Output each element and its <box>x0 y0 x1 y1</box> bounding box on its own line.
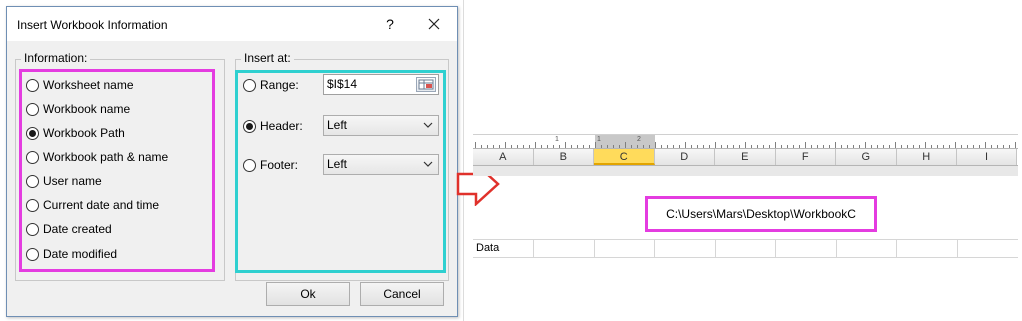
option-date-created[interactable]: Date created <box>26 220 112 238</box>
footer-label: Footer: <box>260 158 299 172</box>
option-workbook-path[interactable]: Workbook Path <box>26 124 125 142</box>
radio-workbook-path-and-name[interactable] <box>26 150 39 164</box>
ok-button[interactable]: Ok <box>266 282 350 306</box>
header-label: Header: <box>260 119 303 133</box>
ruler-number: 1 <box>555 136 559 143</box>
option-workbook-path-and-name[interactable]: Workbook path & name <box>26 148 168 166</box>
column-header-a[interactable]: A <box>473 149 534 165</box>
dialog-titlebar: Insert Workbook Information ? <box>7 7 457 41</box>
insert-at-label: Insert at: <box>241 51 294 65</box>
footer-select-value: Left <box>327 157 348 171</box>
chevron-down-icon <box>423 161 433 167</box>
ruler: 1 1 2 <box>473 134 1018 148</box>
range-select-button[interactable] <box>416 77 436 92</box>
table-row: Data <box>473 239 1018 258</box>
option-label: Workbook Path <box>43 126 125 140</box>
column-header-g[interactable]: G <box>836 149 897 165</box>
range-picker-icon <box>418 79 434 90</box>
option-current-date-and-time[interactable]: Current date and time <box>26 196 159 214</box>
radio-user-name[interactable] <box>26 174 39 188</box>
column-headers: A B C D E F G H I <box>473 148 1018 166</box>
footer-select[interactable]: Left <box>323 154 439 175</box>
radio-footer[interactable] <box>243 158 256 172</box>
option-label: Date created <box>43 222 112 236</box>
information-label: Information: <box>21 51 91 65</box>
column-header-i[interactable]: I <box>957 149 1017 165</box>
radio-header[interactable] <box>243 119 256 133</box>
option-label: Date modified <box>43 247 118 261</box>
option-label: User name <box>43 174 102 188</box>
range-input[interactable]: $I$14 <box>323 74 439 95</box>
close-button[interactable] <box>423 14 445 34</box>
close-icon <box>428 18 440 30</box>
ruler-number: 1 <box>597 136 601 143</box>
page-top-margin <box>473 166 1018 176</box>
column-header-f[interactable]: F <box>775 149 836 165</box>
header-select[interactable]: Left <box>323 115 439 136</box>
insert-workbook-information-dialog: Insert Workbook Information ? Informatio… <box>6 6 458 317</box>
chevron-down-icon <box>423 122 433 128</box>
option-date-modified[interactable]: Date modified <box>26 245 117 263</box>
option-workbook-name[interactable]: Workbook name <box>26 100 130 118</box>
option-label: Workbook name <box>43 102 131 116</box>
range-value: $I$14 <box>327 77 358 91</box>
range-label: Range: <box>260 78 299 92</box>
option-range[interactable]: Range: <box>243 76 299 94</box>
radio-range[interactable] <box>243 78 256 92</box>
radio-date-modified[interactable] <box>26 247 39 261</box>
ruler-number: 2 <box>637 136 641 143</box>
column-header-b[interactable]: B <box>533 149 594 165</box>
cancel-button[interactable]: Cancel <box>360 282 444 306</box>
radio-date-created[interactable] <box>26 222 39 236</box>
option-user-name[interactable]: User name <box>26 172 102 190</box>
header-select-value: Left <box>327 118 348 132</box>
radio-workbook-name[interactable] <box>26 102 39 116</box>
option-header[interactable]: Header: <box>243 117 303 135</box>
option-label: Worksheet name <box>43 78 134 92</box>
option-worksheet-name[interactable]: Worksheet name <box>26 76 134 94</box>
radio-current-date-and-time[interactable] <box>26 198 39 212</box>
column-header-d[interactable]: D <box>654 149 715 165</box>
dialog-title: Insert Workbook Information <box>17 18 168 32</box>
option-label: Current date and time <box>43 198 160 212</box>
radio-workbook-path[interactable] <box>26 126 39 140</box>
option-label: Workbook path & name <box>43 150 169 164</box>
page-header-text[interactable]: C:\Users\Mars\Desktop\WorkbookC <box>645 196 877 232</box>
column-header-e[interactable]: E <box>715 149 776 165</box>
column-header-h[interactable]: H <box>896 149 957 165</box>
option-footer[interactable]: Footer: <box>243 156 298 174</box>
help-button[interactable]: ? <box>379 14 401 34</box>
cell-a-data[interactable]: Data <box>476 242 499 254</box>
radio-worksheet-name[interactable] <box>26 78 39 92</box>
column-header-c[interactable]: C <box>594 149 655 165</box>
